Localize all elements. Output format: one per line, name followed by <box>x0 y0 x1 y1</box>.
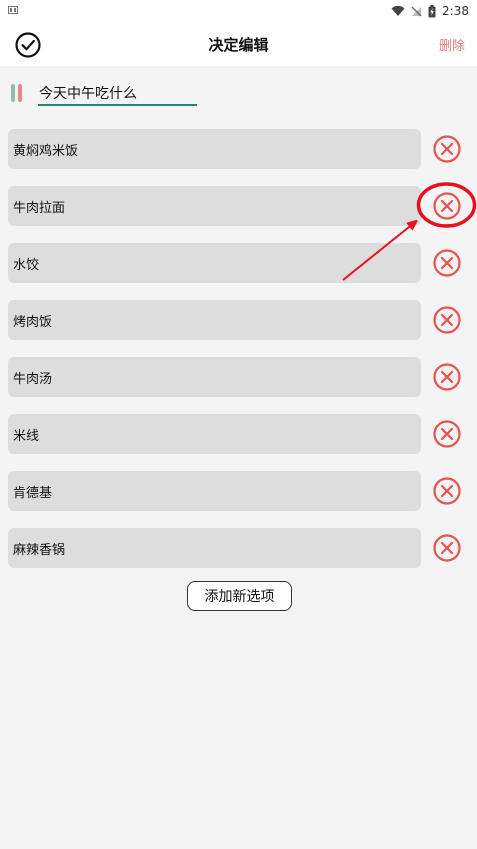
remove-option-icon[interactable] <box>432 419 462 449</box>
add-option-button[interactable]: 添加新选项 <box>187 581 292 611</box>
sim-icon <box>8 6 18 14</box>
remove-option-icon[interactable] <box>432 533 462 563</box>
option-row: 黄焖鸡米饭 <box>8 129 468 169</box>
option-label: 牛肉拉面 <box>13 201 66 216</box>
option-row: 麻辣香锅 <box>8 528 468 568</box>
remove-option-icon[interactable] <box>432 134 462 164</box>
option-label: 牛肉汤 <box>13 372 53 387</box>
option-row: 烤肉饭 <box>8 300 468 340</box>
decision-title-input[interactable] <box>38 82 197 106</box>
option-label: 水饺 <box>13 258 40 273</box>
option-label: 黄焖鸡米饭 <box>13 144 79 159</box>
clock: 2:38 <box>442 4 469 18</box>
option-label: 米线 <box>13 429 40 444</box>
remove-option-icon[interactable] <box>432 191 462 221</box>
option-field[interactable]: 牛肉汤 <box>8 357 421 397</box>
option-row: 牛肉拉面 <box>8 186 468 226</box>
option-field[interactable]: 麻辣香锅 <box>8 528 421 568</box>
remove-option-icon[interactable] <box>432 476 462 506</box>
option-field[interactable]: 黄焖鸡米饭 <box>8 129 421 169</box>
option-field[interactable]: 肯德基 <box>8 471 421 511</box>
remove-option-icon[interactable] <box>432 248 462 278</box>
option-row: 牛肉汤 <box>8 357 468 397</box>
signal-off-icon <box>411 6 422 17</box>
remove-option-icon[interactable] <box>432 305 462 335</box>
option-label: 麻辣香锅 <box>13 543 66 558</box>
status-icons: 2:38 <box>391 2 469 20</box>
battery-charging-icon <box>428 4 436 17</box>
status-bar: 2:38 <box>0 0 477 22</box>
option-row: 米线 <box>8 414 468 454</box>
wifi-icon <box>391 5 405 16</box>
option-field[interactable]: 烤肉饭 <box>8 300 421 340</box>
accent-bar-green <box>11 84 15 102</box>
remove-option-icon[interactable] <box>432 362 462 392</box>
app-bar: 决定编辑 删除 <box>0 22 477 66</box>
decision-title-row <box>8 82 468 106</box>
option-field[interactable]: 牛肉拉面 <box>8 186 421 226</box>
accent-bar-red <box>18 84 22 102</box>
option-field[interactable]: 水饺 <box>8 243 421 283</box>
page-title: 决定编辑 <box>208 36 269 54</box>
delete-button[interactable]: 删除 <box>439 35 465 54</box>
option-label: 肯德基 <box>13 486 53 501</box>
option-field[interactable]: 米线 <box>8 414 421 454</box>
option-label: 烤肉饭 <box>13 315 53 330</box>
option-row: 肯德基 <box>8 471 468 511</box>
option-row: 水饺 <box>8 243 468 283</box>
option-list: 黄焖鸡米饭 牛肉拉面 水饺 烤肉饭 牛肉汤 米线 肯德基 麻辣香锅 <box>8 129 468 585</box>
